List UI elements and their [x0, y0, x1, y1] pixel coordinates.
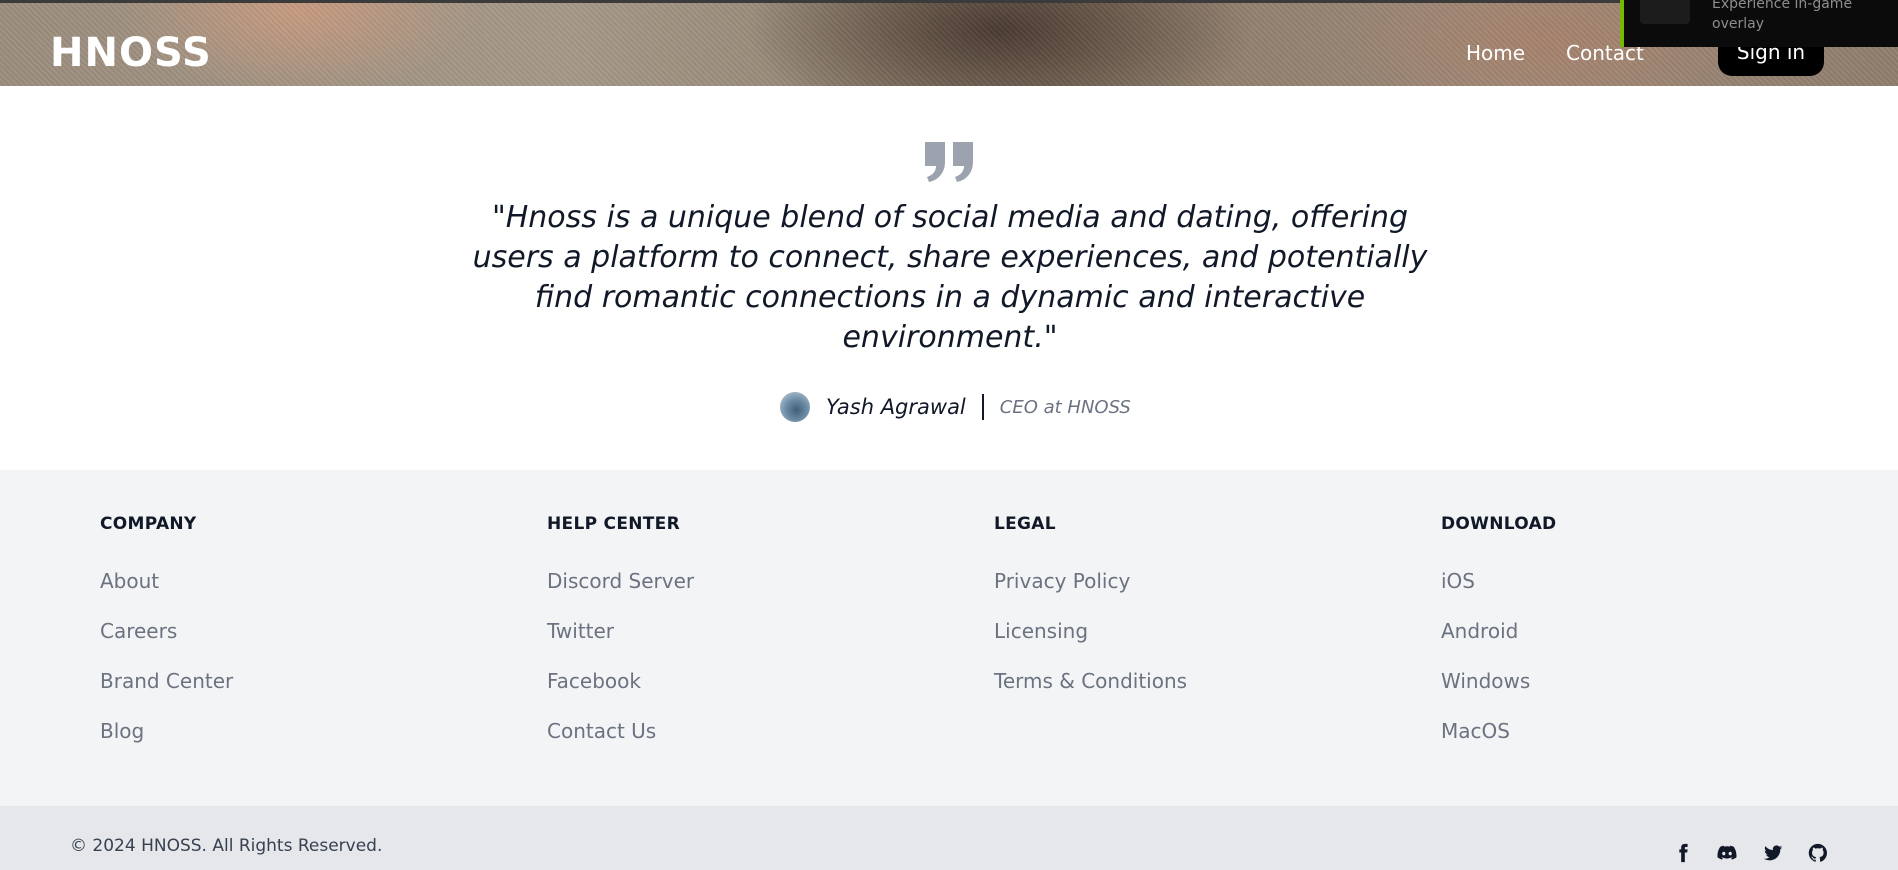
author-role: CEO at HNOSS — [999, 396, 1131, 418]
author-name: Yash Agrawal — [826, 395, 966, 419]
footer-link-licensing[interactable]: Licensing — [994, 618, 1187, 668]
footer-link-privacy-policy[interactable]: Privacy Policy — [994, 568, 1187, 618]
footer-link-brand-center[interactable]: Brand Center — [100, 668, 233, 718]
site-logo[interactable]: HNOSS — [50, 30, 212, 76]
avatar — [780, 392, 810, 422]
testimonial-author: Yash Agrawal CEO at HNOSS — [780, 390, 1131, 424]
github-icon[interactable] — [1807, 842, 1829, 864]
testimonial-quote: "Hnoss is a unique blend of social media… — [472, 200, 1428, 355]
footer-link-windows[interactable]: Windows — [1441, 668, 1556, 718]
footer-link-macos[interactable]: MacOS — [1441, 718, 1556, 768]
overlay-notification-text: Experience in-game overlay — [1712, 0, 1853, 32]
footer-column-legal: LEGAL Privacy Policy Licensing Terms & C… — [994, 514, 1187, 718]
facebook-icon[interactable] — [1672, 842, 1694, 864]
footer-link-contact-us[interactable]: Contact Us — [547, 718, 694, 768]
footer-link-android[interactable]: Android — [1441, 618, 1556, 668]
hero-header: HNOSS Home Contact Sign in — [0, 0, 1898, 86]
footer-column-title: LEGAL — [994, 514, 1056, 534]
header-top-line — [0, 0, 1898, 3]
nav-home-link[interactable]: Home — [1466, 41, 1525, 65]
footer-link-careers[interactable]: Careers — [100, 618, 233, 668]
footer-column-title: COMPANY — [100, 514, 197, 534]
footer-column-help-center: HELP CENTER Discord Server Twitter Faceb… — [547, 514, 694, 768]
footer-link-blog[interactable]: Blog — [100, 718, 233, 768]
footer-link-about[interactable]: About — [100, 568, 233, 618]
footer-column-company: COMPANY About Careers Brand Center Blog — [100, 514, 233, 768]
footer-link-terms-conditions[interactable]: Terms & Conditions — [994, 668, 1187, 718]
author-divider — [981, 394, 984, 420]
footer-link-facebook[interactable]: Facebook — [547, 668, 694, 718]
footer-column-title: DOWNLOAD — [1441, 514, 1557, 534]
twitter-icon[interactable] — [1762, 842, 1784, 864]
footer-link-twitter[interactable]: Twitter — [547, 618, 694, 668]
footer-bottom-bar: © 2024 HNOSS. All Rights Reserved. — [0, 806, 1898, 870]
quote-icon — [923, 140, 977, 184]
footer-link-ios[interactable]: iOS — [1441, 568, 1556, 618]
footer-column-download: DOWNLOAD iOS Android Windows MacOS — [1441, 514, 1556, 768]
footer: COMPANY About Careers Brand Center Blog … — [0, 470, 1898, 806]
overlay-app-icon — [1640, 0, 1690, 24]
discord-icon[interactable] — [1716, 842, 1738, 864]
footer-column-title: HELP CENTER — [547, 514, 680, 534]
copyright-text: © 2024 HNOSS. All Rights Reserved. — [70, 836, 383, 856]
footer-link-discord-server[interactable]: Discord Server — [547, 568, 694, 618]
